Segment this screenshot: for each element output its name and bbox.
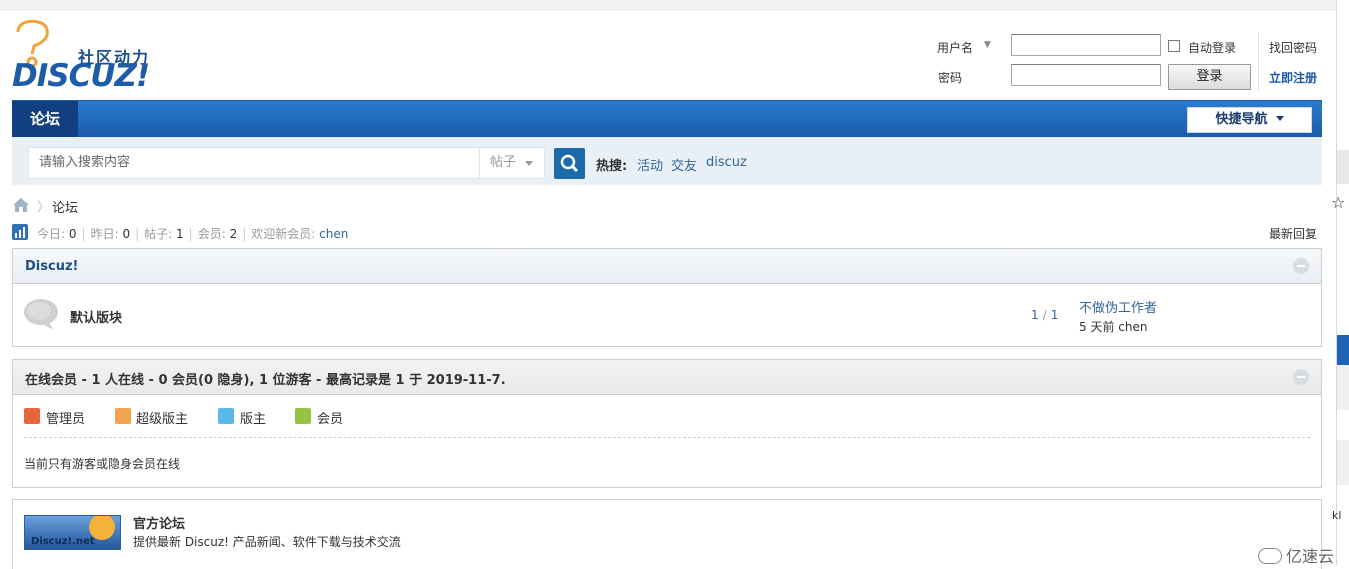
breadcrumb-separator: 〉 [37,200,51,215]
password-input[interactable] [1011,64,1161,86]
forgot-password-link[interactable]: 找回密码 [1269,39,1317,56]
last-post-link[interactable]: 不做伪工作者 [1079,297,1157,316]
forum-stats: 今日: 0 | 昨日: 0 | 帖子: 1 | 会员: 2 | 欢迎新会员: chen [37,227,349,241]
watermark: 亿速云 [1258,543,1334,567]
nav-item-forum[interactable]: 论坛 [12,101,78,137]
username-label[interactable]: 用户名 [937,39,973,56]
username-input[interactable] [1011,34,1161,56]
quick-nav-label: 快捷导航 [1215,112,1268,127]
search-type-value: 帖子 [490,155,517,170]
online-message: 当前只有游客或隐身会员在线 [24,457,181,471]
hot-search-link[interactable]: 活动 [637,155,663,174]
divider [24,437,1310,438]
admin-user-icon [24,408,40,424]
star-icon[interactable]: ☆ [1331,193,1345,212]
edge-text: kl [1332,509,1342,522]
collapse-icon[interactable] [1293,258,1309,274]
member-user-icon [295,408,311,424]
autologin-checkbox[interactable] [1168,40,1180,52]
forum-bubble-icon[interactable] [23,298,60,330]
legend-member: 会员 [317,412,344,427]
password-label: 密码 [938,71,963,85]
moderator-user-icon [218,408,234,424]
chevron-down-icon[interactable]: ▼ [984,40,991,50]
collapse-icon[interactable] [1293,369,1309,385]
stats-icon [12,224,28,240]
search-type-select[interactable]: 帖子 [479,147,545,179]
legend-admin: 管理员 [46,412,86,427]
legend-moderator: 版主 [240,412,267,427]
divider [1258,33,1259,91]
last-post-meta: 5 天前 chen [1079,320,1148,334]
browser-top-strip [0,0,1349,10]
super-moderator-user-icon [115,408,131,424]
home-icon[interactable] [12,197,30,213]
search-input[interactable]: 请输入搜索内容 [28,147,479,179]
online-title[interactable]: 在线会员 - 1 人在线 - 0 会员(0 隐身), 1 位游客 - 最高记录是… [25,369,506,388]
online-members-box: 在线会员 - 1 人在线 - 0 会员(0 隐身), 1 位游客 - 最高记录是… [12,359,1322,488]
register-link[interactable]: 立即注册 [1269,69,1317,86]
main-nav [12,100,1322,137]
group-title[interactable]: Discuz! [25,259,78,274]
browser-right-edge [1336,0,1349,565]
forum-name[interactable]: 默认版块 [70,307,122,326]
caret-down-icon [525,161,533,166]
login-button[interactable]: 登录 [1168,64,1251,90]
official-forum-desc: 提供最新 Discuz! 产品新闻、软件下载与技术交流 [133,535,401,549]
forum-count: 1/1 [1031,308,1059,322]
search-button[interactable] [554,148,585,179]
latest-reply-link[interactable]: 最新回复 [1269,225,1317,242]
cloud-icon [1258,548,1282,564]
autologin-label[interactable]: 自动登录 [1188,39,1236,56]
hot-search-link[interactable]: discuz [706,155,747,170]
official-forum-title[interactable]: 官方论坛 [133,513,185,532]
hot-search-label: 热搜: [596,159,628,174]
search-icon [560,154,579,173]
breadcrumb-forum[interactable]: 论坛 [52,197,78,216]
new-member-link[interactable]: chen [319,227,348,241]
hot-search-link[interactable]: 交友 [671,155,697,174]
logo-text: DISCUZ! [12,58,150,94]
caret-down-icon [1275,116,1284,121]
legend-super-moderator: 超级版主 [136,412,189,427]
official-forum-logo[interactable]: Discuz!.net [24,515,121,550]
quick-nav-button[interactable]: 快捷导航 [1187,107,1312,133]
